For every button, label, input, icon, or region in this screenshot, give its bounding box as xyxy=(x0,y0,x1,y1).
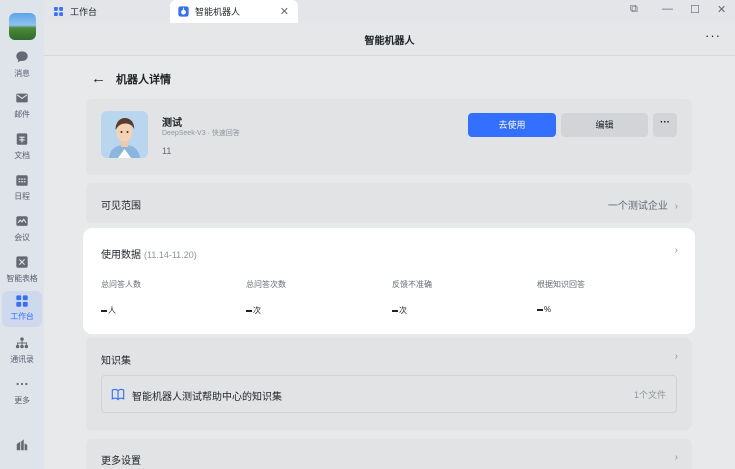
stat-unit: % xyxy=(544,305,552,314)
chevron-right-icon: › xyxy=(674,201,678,212)
bot-number: 11 xyxy=(162,146,172,156)
document-icon xyxy=(16,133,28,145)
book-icon xyxy=(111,388,125,401)
header-title: 智能机器人 xyxy=(364,36,415,47)
more-settings-label: 更多设置 xyxy=(101,456,141,467)
bot-avatar xyxy=(101,111,148,158)
mail-icon xyxy=(16,93,28,103)
stat-value: 人 xyxy=(101,305,241,316)
tab-label: 工作台 xyxy=(70,7,98,17)
knowledge-item-name: 智能机器人测试帮助中心的知识集 xyxy=(132,392,282,403)
scope-label: 可见范围 xyxy=(101,201,141,212)
main-content: ← 机器人详情 测试 DeepSeek-V3 · 快速回答 11 去使用 编辑 … xyxy=(44,57,735,469)
empty-value-dash xyxy=(537,308,543,311)
close-window-icon[interactable]: ✕ xyxy=(717,3,726,16)
rail-label: 文档 xyxy=(14,151,30,160)
knowledge-item-count: 1个文件 xyxy=(633,390,666,400)
use-button[interactable]: 去使用 xyxy=(468,113,556,137)
popout-icon[interactable]: ⧉ xyxy=(630,3,638,16)
stat-label: 总问答人数 xyxy=(101,280,141,289)
workbench-icon xyxy=(16,295,28,307)
back-header: ← 机器人详情 xyxy=(91,70,171,87)
rail-item-smart-table[interactable]: 智能表格 xyxy=(2,255,42,291)
rail-label: 邮件 xyxy=(14,110,30,119)
maximize-icon[interactable]: ☐ xyxy=(690,3,700,16)
bot-name: 测试 xyxy=(162,118,182,129)
scope-value-text: 一个测试企业 xyxy=(607,201,668,212)
stat-label: 根据知识回答 xyxy=(537,280,585,289)
knowledge-item[interactable]: 智能机器人测试帮助中心的知识集 1个文件 xyxy=(101,375,677,413)
bot-profile-card: 测试 DeepSeek-V3 · 快速回答 11 去使用 编辑 ··· xyxy=(86,99,692,175)
rail-item-meeting[interactable]: 会议 xyxy=(2,214,42,250)
empty-value-dash xyxy=(246,309,252,312)
tab-bar: 工作台 智能机器人 ✕ ⧉ — ☐ ✕ xyxy=(44,0,735,23)
chat-bubble-icon xyxy=(16,51,28,63)
back-arrow-icon[interactable]: ← xyxy=(91,70,106,87)
rail-item-bottom-app[interactable] xyxy=(2,438,42,469)
stat-label: 反馈不准确 xyxy=(392,280,432,289)
stat-inaccurate-feedback: 反馈不准确 次 xyxy=(392,279,532,316)
usage-label: 使用数据 xyxy=(101,250,141,261)
empty-value-dash xyxy=(392,309,398,312)
usage-date-range: (11.14-11.20) xyxy=(144,250,197,260)
rail-label: 会议 xyxy=(14,233,30,242)
calendar-icon xyxy=(16,175,28,186)
workbench-icon xyxy=(54,7,63,16)
header-more-button[interactable]: ··· xyxy=(705,28,721,43)
rail-label: 智能表格 xyxy=(6,274,38,283)
stat-value: 次 xyxy=(392,305,532,316)
rail-item-docs[interactable]: 文档 xyxy=(2,132,42,168)
page-title: 机器人详情 xyxy=(116,73,171,86)
knowledge-label: 知识集 xyxy=(101,356,131,367)
close-tab-icon[interactable]: ✕ xyxy=(280,5,289,18)
tab-workbench[interactable]: 工作台 xyxy=(50,0,168,23)
more-options-button[interactable]: ··· xyxy=(653,113,677,137)
stat-value: 次 xyxy=(246,305,386,316)
contacts-icon xyxy=(15,337,29,349)
user-avatar[interactable] xyxy=(9,13,36,40)
rail-label: 工作台 xyxy=(10,312,34,321)
rail-item-calendar[interactable]: 日程 xyxy=(2,173,42,209)
stat-knowledge-answers: 根据知识回答 % xyxy=(537,279,677,314)
rail-label: 消息 xyxy=(14,69,30,78)
left-nav-rail: 消息 邮件 文档 日程 会议 智能表格 工作台 通讯录 更多 xyxy=(0,0,44,469)
tab-label: 智能机器人 xyxy=(195,7,241,17)
rail-item-messages[interactable]: 消息 xyxy=(2,50,42,86)
tab-smart-robot[interactable]: 智能机器人 ✕ xyxy=(170,0,298,23)
table-icon xyxy=(16,256,28,268)
app-logo-icon xyxy=(16,439,28,451)
bot-avatar-illustration xyxy=(101,111,148,158)
usage-data-card[interactable]: 使用数据 (11.14-11.20) › 总问答人数 人 总问答次数 次 反馈不准… xyxy=(86,231,692,331)
stat-unit: 次 xyxy=(399,306,407,315)
meeting-icon xyxy=(16,216,28,226)
scope-value: 一个测试企业 › xyxy=(608,197,678,212)
rail-item-contacts[interactable]: 通讯录 xyxy=(2,336,42,372)
bot-model: DeepSeek-V3 · 快速回答 xyxy=(162,130,240,137)
edit-button[interactable]: 编辑 xyxy=(561,113,648,137)
stat-total-questions: 总问答次数 次 xyxy=(246,279,386,316)
rail-item-mail[interactable]: 邮件 xyxy=(2,91,42,127)
more-settings-row[interactable]: 更多设置 › xyxy=(86,439,692,469)
page-header: 智能机器人 ··· xyxy=(44,23,735,56)
more-dots-icon xyxy=(16,382,28,386)
rail-label: 通讯录 xyxy=(10,355,34,364)
chevron-right-icon: › xyxy=(674,452,678,463)
chevron-right-icon: › xyxy=(674,245,678,256)
minimize-icon[interactable]: — xyxy=(662,3,673,15)
stat-label: 总问答次数 xyxy=(246,280,286,289)
empty-value-dash xyxy=(101,309,107,312)
chevron-right-icon[interactable]: › xyxy=(675,351,678,362)
usage-title: 使用数据 (11.14-11.20) xyxy=(101,246,197,261)
stat-value: % xyxy=(537,305,677,314)
visibility-scope-row[interactable]: 可见范围 一个测试企业 › xyxy=(86,183,692,223)
stat-unit: 次 xyxy=(253,306,261,315)
knowledge-set-card: 知识集 › 智能机器人测试帮助中心的知识集 1个文件 xyxy=(86,338,692,430)
rail-item-workbench[interactable]: 工作台 xyxy=(2,291,42,327)
rail-item-more[interactable]: 更多 xyxy=(2,377,42,413)
robot-app-icon xyxy=(178,6,189,17)
stat-unit: 人 xyxy=(108,306,116,315)
rail-label: 更多 xyxy=(14,396,30,405)
rail-label: 日程 xyxy=(14,192,30,201)
stat-total-users: 总问答人数 人 xyxy=(101,279,241,316)
